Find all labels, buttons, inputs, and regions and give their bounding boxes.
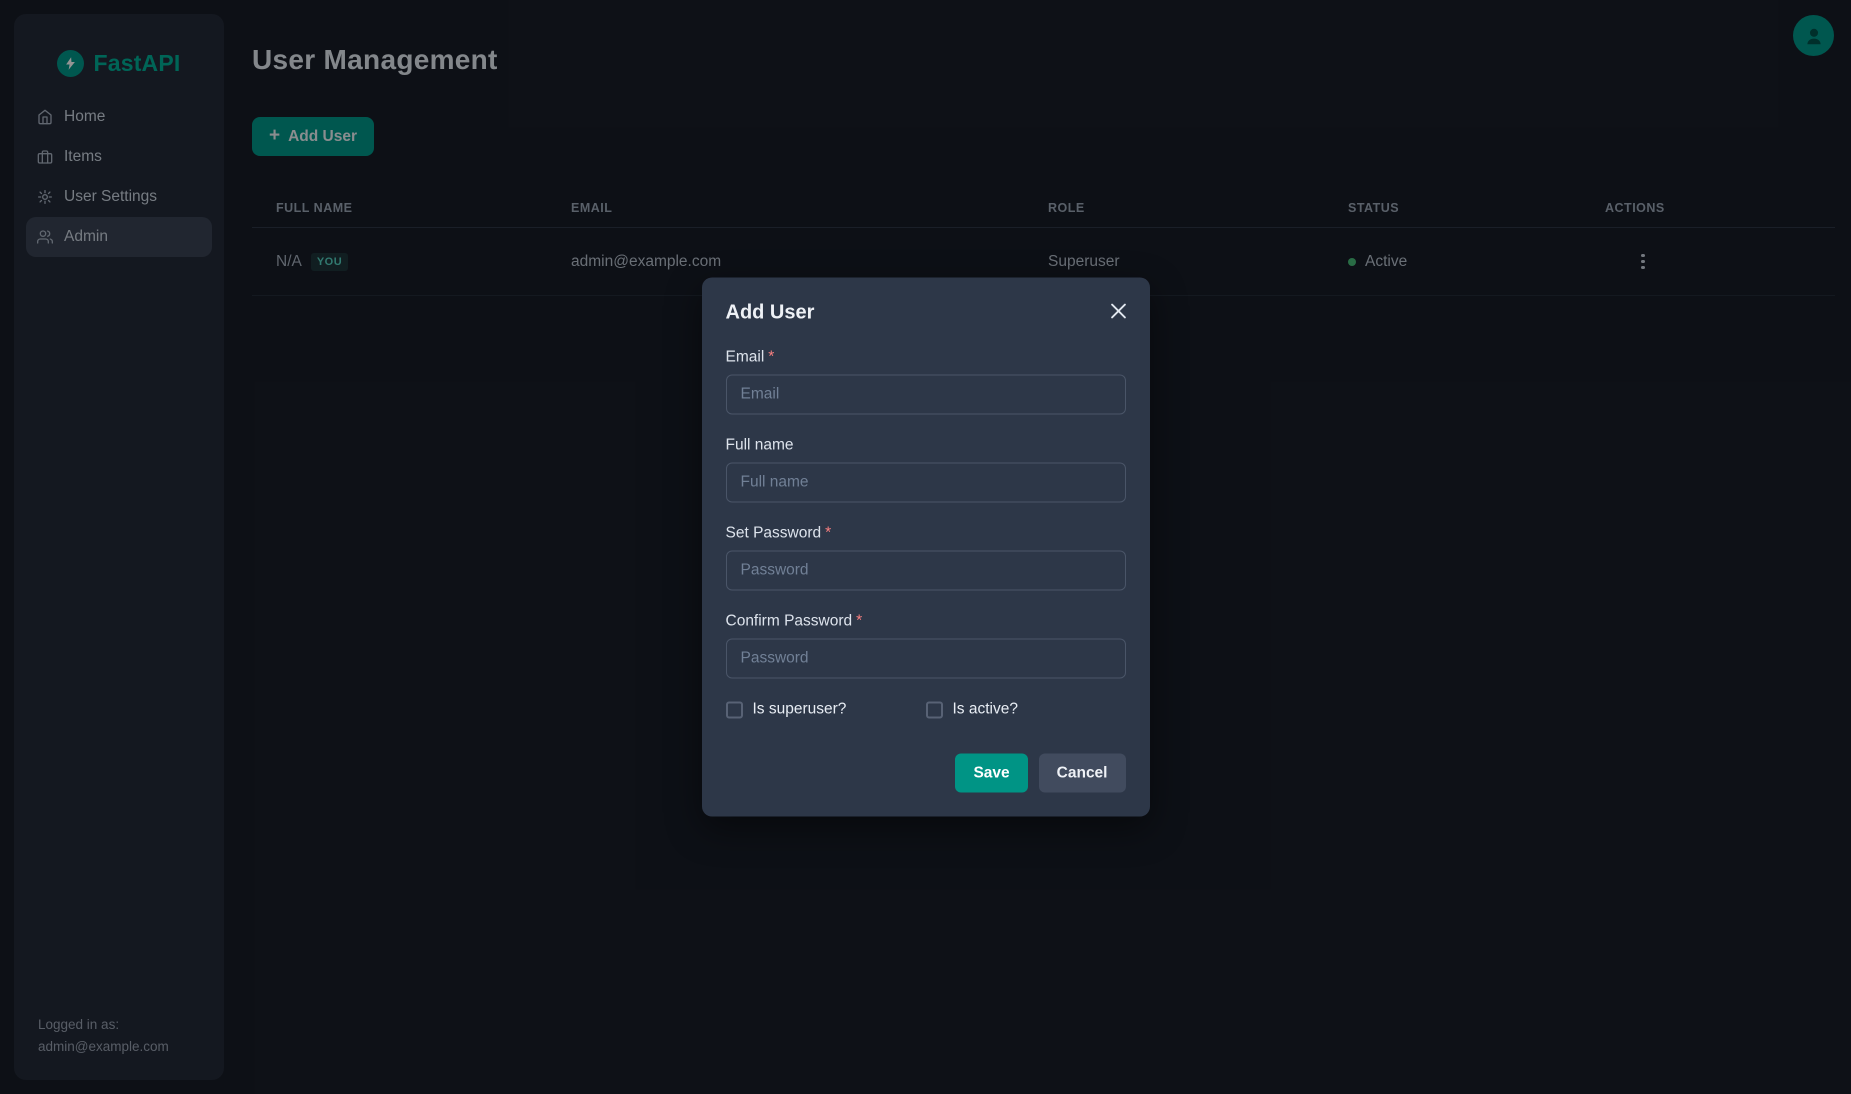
cancel-button[interactable]: Cancel — [1039, 754, 1126, 793]
add-user-modal: Add User Email* Full name Set Password* … — [702, 278, 1150, 817]
full-name-field-label: Full name — [726, 437, 1126, 455]
required-asterisk: * — [768, 349, 774, 366]
is-superuser-label: Is superuser? — [753, 701, 847, 719]
full-name-field-group: Full name — [726, 437, 1126, 503]
is-active-label: Is active? — [953, 701, 1018, 719]
set-password-field[interactable] — [726, 551, 1126, 591]
required-asterisk: * — [856, 613, 862, 630]
modal-footer: Save Cancel — [726, 754, 1126, 793]
email-field[interactable] — [726, 375, 1126, 415]
email-label-text: Email — [726, 349, 765, 366]
email-field-group: Email* — [726, 349, 1126, 415]
full-name-label-text: Full name — [726, 437, 794, 454]
modal-close-button[interactable] — [1107, 300, 1130, 323]
set-password-label-text: Set Password — [726, 525, 822, 542]
modal-title: Add User — [726, 302, 815, 325]
modal-header: Add User — [726, 302, 1126, 325]
close-x-icon — [1111, 304, 1126, 319]
confirm-password-field-group: Confirm Password* — [726, 613, 1126, 679]
confirm-password-label-text: Confirm Password — [726, 613, 853, 630]
is-superuser-checkbox[interactable] — [726, 701, 743, 718]
full-name-field[interactable] — [726, 463, 1126, 503]
confirm-password-field-label: Confirm Password* — [726, 613, 1126, 631]
is-superuser-checkbox-group: Is superuser? — [726, 701, 926, 719]
is-active-checkbox[interactable] — [926, 701, 943, 718]
set-password-field-group: Set Password* — [726, 525, 1126, 591]
confirm-password-field[interactable] — [726, 639, 1126, 679]
email-field-label: Email* — [726, 349, 1126, 367]
set-password-field-label: Set Password* — [726, 525, 1126, 543]
is-active-checkbox-group: Is active? — [926, 701, 1018, 719]
required-asterisk: * — [825, 525, 831, 542]
checkbox-row: Is superuser? Is active? — [726, 701, 1126, 719]
save-button[interactable]: Save — [955, 754, 1027, 793]
